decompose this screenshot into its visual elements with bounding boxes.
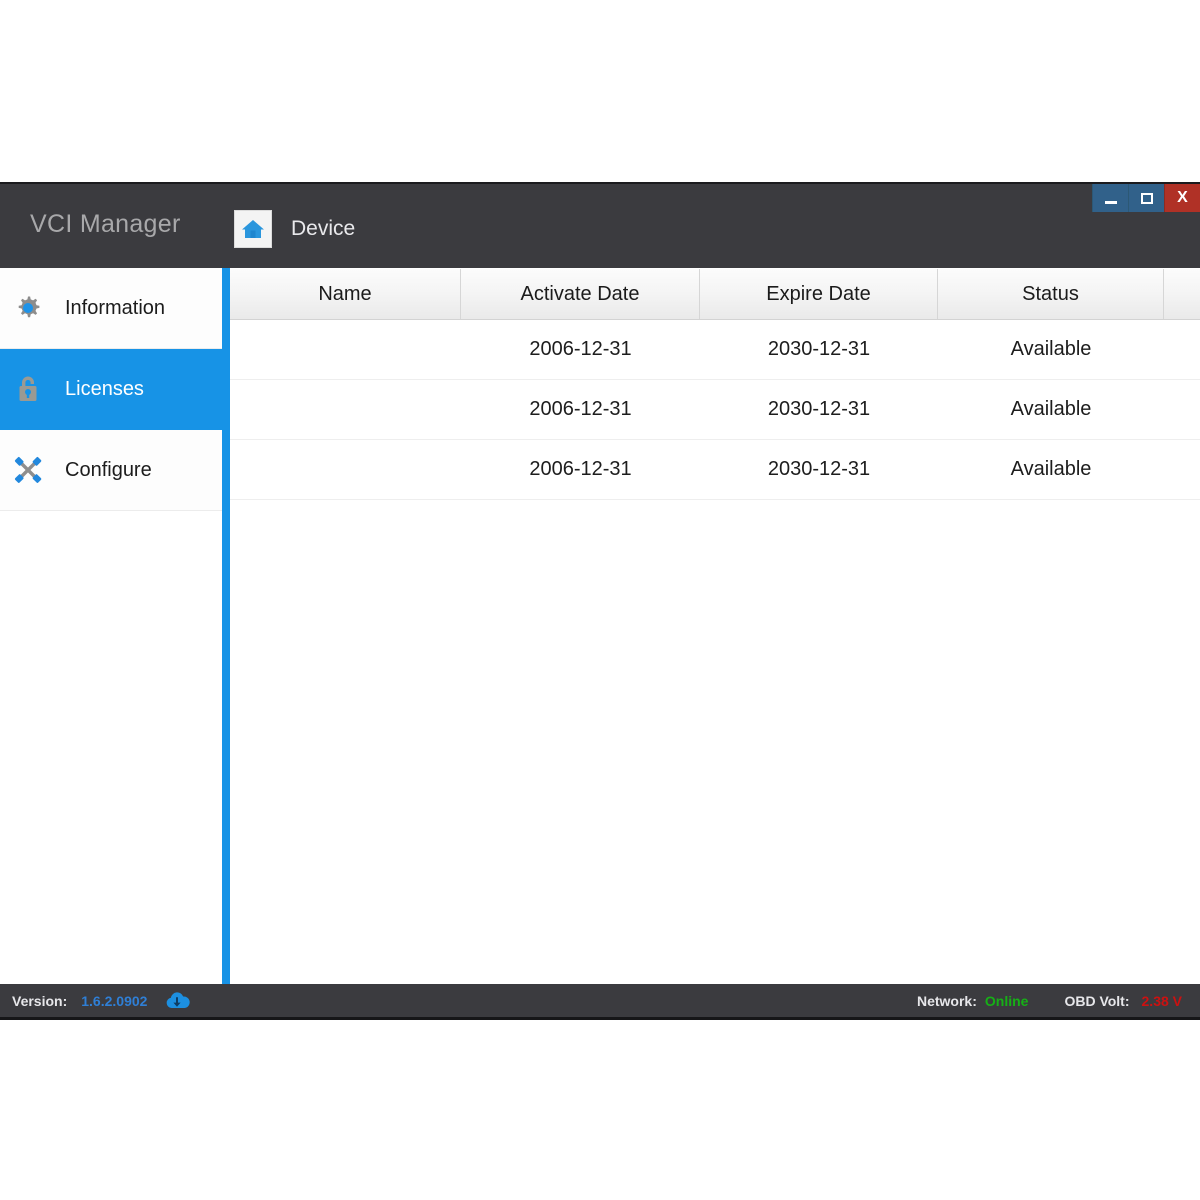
sidebar-item-label: Configure [65,458,152,481]
column-header-extra[interactable] [1164,269,1200,319]
cell-status: Available [1010,338,1092,360]
screenshot-canvas: VCI Manager Device X Information License… [0,0,1200,1200]
column-header-name[interactable]: Name [230,269,461,319]
cell-activate-date: 2006-12-31 [529,398,632,420]
home-icon [234,210,272,248]
cell-activate-date: 2006-12-31 [529,458,632,480]
cell-expire-date: 2030-12-31 [767,398,871,420]
cell-extra [1164,380,1200,439]
obd-volt-value: 2.38 V [1141,992,1182,1009]
table-header: Name Activate Date Expire Date Status [230,268,1200,320]
lock-icon [6,373,50,405]
sidebar-item-licenses[interactable]: Licenses [0,349,222,430]
status-left-group: Version: 1.6.2.0902 [12,984,191,1017]
table-row[interactable]: 2006-12-31 2030-12-31 Available [230,320,1200,380]
tools-icon [6,454,50,486]
window-body: Information Licenses Configure Name Acti… [0,268,1200,984]
title-bar: VCI Manager Device X [0,182,1200,270]
cell-name [230,380,461,439]
minimize-icon [1104,200,1117,204]
maximize-button[interactable] [1128,184,1164,212]
sidebar-item-label: Licenses [65,377,144,400]
network-label: Network: [916,992,977,1009]
sidebar-divider [222,268,230,984]
table-row[interactable]: 2006-12-31 2030-12-31 Available [230,440,1200,500]
device-button[interactable]: Device [234,208,355,250]
cell-expire-date: 2030-12-31 [767,458,871,480]
sidebar-item-information[interactable]: Information [0,268,222,349]
gear-icon [6,293,50,323]
maximize-icon [1140,192,1153,204]
cell-extra [1164,320,1200,379]
table-row[interactable]: 2006-12-31 2030-12-31 Available [230,380,1200,440]
cell-activate-date: 2006-12-31 [529,338,632,360]
sidebar: Information Licenses Configure [0,268,222,984]
sidebar-item-label: Information [65,296,166,319]
cell-name [230,440,461,499]
cell-name [230,320,461,379]
column-header-expire-date[interactable]: Expire Date [700,269,938,319]
cell-status: Available [1010,458,1092,480]
close-button[interactable]: X [1164,184,1200,212]
cloud-download-icon[interactable] [165,991,191,1010]
column-header-status[interactable]: Status [938,269,1164,319]
cell-status: Available [1010,398,1092,420]
table-body: 2006-12-31 2030-12-31 Available 2006-12-… [230,320,1200,500]
status-right-group: Network: Online OBD Volt: 2.38 V [917,984,1182,1017]
cell-expire-date: 2030-12-31 [767,338,871,360]
version-value: 1.6.2.0902 [81,992,148,1009]
close-icon: X [1177,189,1188,206]
sidebar-item-configure[interactable]: Configure [0,430,222,511]
app-title: VCI Manager [30,210,181,238]
obd-volt-label: OBD Volt: [1064,992,1130,1009]
device-label: Device [291,217,356,240]
column-header-activate-date[interactable]: Activate Date [461,269,700,319]
cell-extra [1164,440,1200,499]
licenses-panel: Name Activate Date Expire Date Status 20… [230,268,1200,984]
window-controls: X [1092,184,1200,212]
network-status-value: Online [984,992,1029,1009]
vci-manager-window: VCI Manager Device X Information License… [0,182,1200,1020]
minimize-button[interactable] [1092,184,1128,212]
status-bar: Version: 1.6.2.0902 Network: Online OBD … [0,984,1200,1020]
version-label: Version: [12,992,68,1009]
